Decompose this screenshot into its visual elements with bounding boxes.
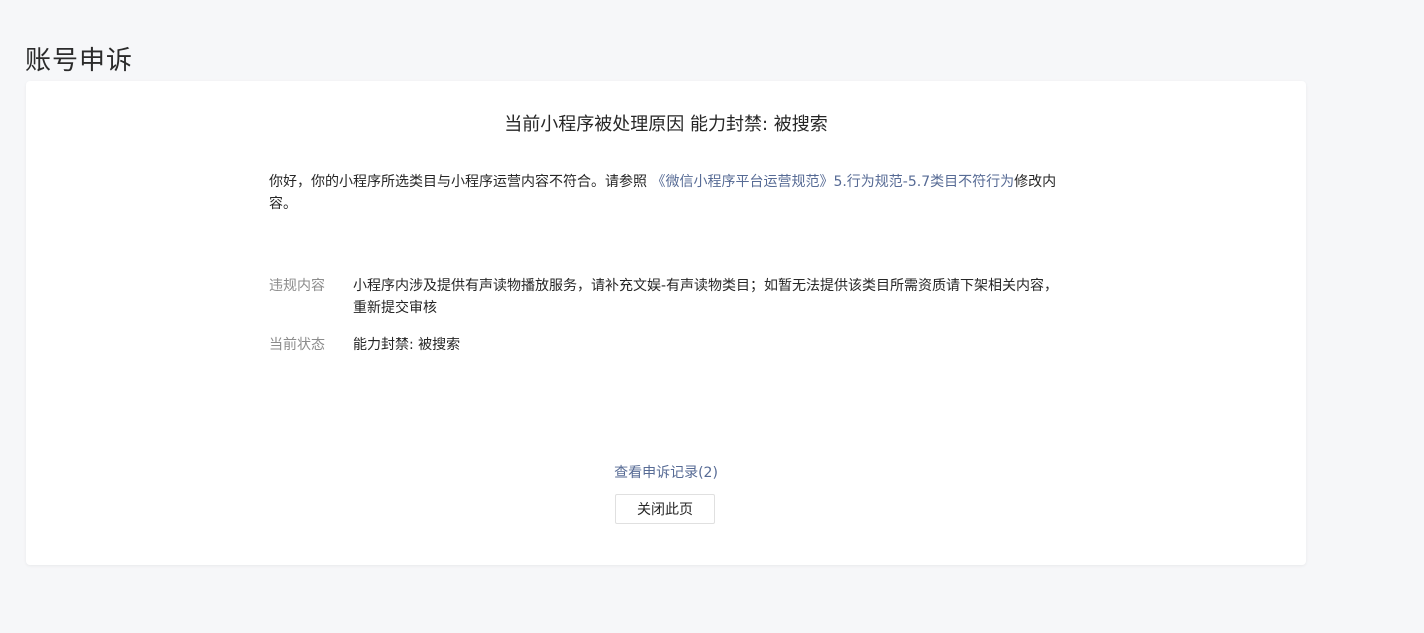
intro-text-before: 你好，你的小程序所选类目与小程序运营内容不符合。请参照 [269, 174, 652, 190]
status-label: 当前状态 [269, 337, 325, 353]
operation-rules-link[interactable]: 《微信小程序平台运营规范》5.行为规范-5.7类目不符行为 [651, 174, 1014, 190]
appeal-card: 当前小程序被处理原因 能力封禁: 被搜索 你好，你的小程序所选类目与小程序运营内… [26, 81, 1306, 565]
intro-paragraph: 你好，你的小程序所选类目与小程序运营内容不符合。请参照 《微信小程序平台运营规范… [269, 171, 1059, 215]
violation-label: 违规内容 [269, 278, 325, 294]
appeal-records-link[interactable]: 查看申诉记录(2) [26, 462, 1306, 484]
violation-value: 小程序内涉及提供有声读物播放服务，请补充文娱-有声读物类目；如暂无法提供该类目所… [353, 278, 1059, 316]
status-value: 能力封禁: 被搜索 [353, 337, 461, 353]
card-heading: 当前小程序被处理原因 能力封禁: 被搜索 [504, 114, 828, 135]
page-title: 账号申诉 [25, 46, 134, 77]
status-row: 当前状态 能力封禁: 被搜索 [269, 334, 1059, 356]
violation-row: 违规内容 小程序内涉及提供有声读物播放服务，请补充文娱-有声读物类目；如暂无法提… [269, 275, 1059, 319]
close-page-button[interactable]: 关闭此页 [615, 494, 715, 524]
